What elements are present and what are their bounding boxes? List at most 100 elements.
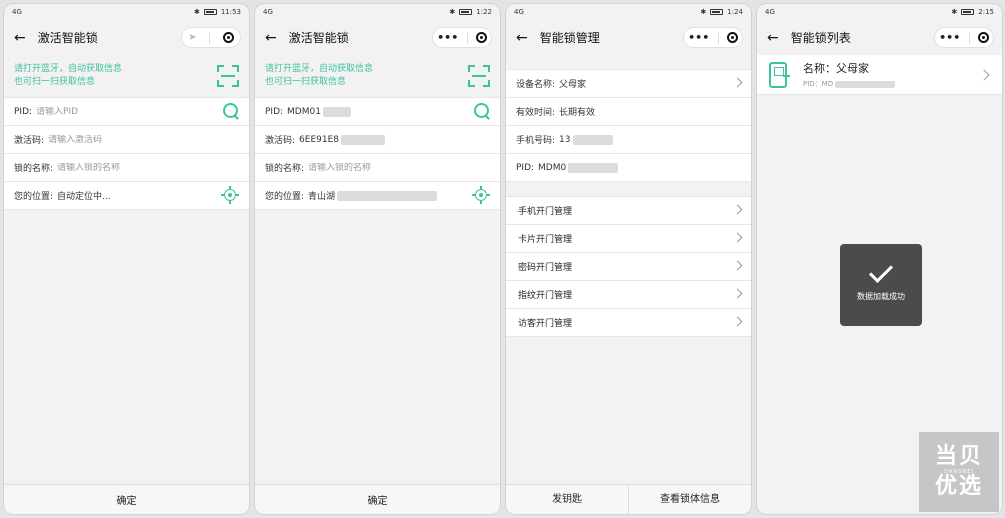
watermark-line-1: 当贝 bbox=[934, 444, 983, 469]
menu-fingerprint-unlock[interactable]: 指纹开门管理 bbox=[506, 281, 751, 309]
bluetooth-icon: ✱ bbox=[193, 8, 200, 16]
bluetooth-icon: ✱ bbox=[951, 8, 958, 16]
device-name-value: 父母家 bbox=[559, 80, 587, 90]
close-mini-program-icon[interactable] bbox=[475, 32, 487, 43]
more-icon[interactable]: ••• bbox=[437, 31, 458, 44]
close-mini-program-icon[interactable] bbox=[222, 32, 234, 43]
more-icon[interactable]: ••• bbox=[939, 31, 960, 44]
pid-label: PID: bbox=[14, 106, 33, 117]
watermark-line-3: 优选 bbox=[934, 474, 983, 499]
valid-time-row: 有效时间: 长期有效 bbox=[506, 98, 751, 126]
activation-code-value[interactable]: 6EE91E8 bbox=[299, 135, 339, 145]
more-icon[interactable]: ••• bbox=[688, 31, 709, 44]
status-bar: 4G ✱ 1:22 bbox=[255, 4, 500, 20]
device-name-label: 设备名称: bbox=[516, 80, 556, 90]
checkmark-icon bbox=[868, 258, 894, 283]
pid-input[interactable] bbox=[36, 106, 177, 117]
confirm-button[interactable]: 确定 bbox=[4, 484, 249, 514]
back-arrow-icon[interactable]: ← bbox=[265, 30, 277, 46]
battery-icon bbox=[459, 9, 473, 15]
status-time: 1:22 bbox=[476, 8, 492, 16]
redacted-blur bbox=[341, 134, 386, 145]
menu-password-unlock[interactable]: 密码开门管理 bbox=[506, 253, 751, 281]
valid-time-value: 长期有效 bbox=[559, 108, 596, 118]
pid-row: PID: MDM01 bbox=[255, 98, 500, 126]
unlock-management-menu: 手机开门管理 卡片开门管理 密码开门管理 指纹开门管理 访客开门管理 bbox=[506, 196, 751, 337]
signal-indicator: 4G bbox=[765, 8, 775, 16]
pid-label: PID: bbox=[265, 106, 284, 117]
lock-info-list: 设备名称: 父母家 有效时间: 长期有效 手机号码: 13 PID: MDM0 bbox=[506, 69, 751, 182]
smart-lock-icon bbox=[769, 61, 790, 88]
menu-visitor-unlock[interactable]: 访客开门管理 bbox=[506, 309, 751, 337]
back-arrow-icon[interactable]: ← bbox=[14, 30, 26, 46]
lock-name-input[interactable] bbox=[57, 162, 198, 173]
location-row: 您的位置: 青山湖 bbox=[255, 182, 500, 210]
page-title: 智能锁列表 bbox=[790, 31, 851, 45]
chevron-right-icon bbox=[732, 260, 743, 271]
lock-list-item[interactable]: 名称：父母家 PID：MD bbox=[757, 55, 1002, 95]
phone-number-value: 13 bbox=[559, 134, 571, 145]
send-key-button[interactable]: 发钥匙 bbox=[506, 485, 629, 514]
locate-icon[interactable] bbox=[472, 186, 490, 204]
scan-icon[interactable] bbox=[468, 65, 490, 87]
tip-line-1: 请打开蓝牙，自动获取信息 bbox=[14, 64, 123, 74]
location-arrow-icon[interactable]: ➤ bbox=[188, 32, 196, 43]
confirm-button[interactable]: 确定 bbox=[255, 484, 500, 514]
mini-program-capsule: ••• bbox=[432, 27, 492, 48]
signal-indicator: 4G bbox=[263, 8, 273, 16]
activation-code-label: 激活码: bbox=[265, 136, 296, 146]
mini-program-capsule: ••• bbox=[934, 27, 994, 48]
menu-phone-unlock[interactable]: 手机开门管理 bbox=[506, 197, 751, 225]
menu-item-label: 密码开门管理 bbox=[518, 263, 573, 273]
page-title: 智能锁管理 bbox=[539, 31, 600, 45]
view-lock-info-button[interactable]: 查看锁体信息 bbox=[629, 485, 751, 514]
activation-code-label: 激活码: bbox=[14, 136, 45, 146]
redacted-blur bbox=[568, 162, 619, 173]
pid-row: PID: MDM0 bbox=[506, 154, 751, 182]
redacted-blur bbox=[835, 80, 896, 88]
search-icon[interactable] bbox=[474, 103, 490, 119]
activation-code-input[interactable] bbox=[48, 134, 189, 145]
phone-number-row: 手机号码: 13 bbox=[506, 126, 751, 154]
nav-bar: ← 智能锁管理 ••• bbox=[506, 20, 751, 55]
menu-item-label: 指纹开门管理 bbox=[518, 291, 573, 301]
status-time: 2:15 bbox=[978, 8, 994, 16]
scan-icon[interactable] bbox=[217, 65, 239, 87]
lock-item-name: 名称：父母家 bbox=[803, 62, 869, 75]
back-arrow-icon[interactable]: ← bbox=[767, 30, 779, 46]
signal-indicator: 4G bbox=[12, 8, 22, 16]
battery-icon bbox=[710, 9, 724, 15]
close-mini-program-icon[interactable] bbox=[977, 32, 989, 43]
phone-number-label: 手机号码: bbox=[516, 136, 556, 146]
chevron-right-icon bbox=[732, 232, 743, 243]
lock-name-label: 锁的名称: bbox=[265, 164, 305, 174]
close-mini-program-icon[interactable] bbox=[726, 32, 738, 43]
signal-indicator: 4G bbox=[514, 8, 524, 16]
chevron-right-icon bbox=[732, 288, 743, 299]
menu-card-unlock[interactable]: 卡片开门管理 bbox=[506, 225, 751, 253]
phone-screen-activate-empty: 4G ✱ 11:53 ← 激活智能锁 ➤ 请打开蓝牙，自动获取信息 也可扫一扫获取… bbox=[3, 3, 250, 515]
nav-bar: ← 激活智能锁 ••• bbox=[255, 20, 500, 55]
bluetooth-tip: 请打开蓝牙，自动获取信息 也可扫一扫获取信息 bbox=[255, 55, 500, 97]
dangbei-watermark: 当贝 DANGBEI 优选 bbox=[919, 432, 999, 512]
chevron-right-icon bbox=[978, 69, 990, 81]
success-toast: 数据加载成功 bbox=[840, 244, 922, 326]
locate-icon[interactable] bbox=[221, 186, 239, 204]
chevron-right-icon bbox=[732, 316, 743, 327]
status-bar: 4G ✱ 1:24 bbox=[506, 4, 751, 20]
lock-name-input[interactable] bbox=[308, 162, 449, 173]
bluetooth-icon: ✱ bbox=[449, 8, 456, 16]
tip-line-1: 请打开蓝牙，自动获取信息 bbox=[265, 64, 374, 74]
pid-value: MDM0 bbox=[538, 162, 567, 173]
device-name-row[interactable]: 设备名称: 父母家 bbox=[506, 70, 751, 98]
bluetooth-icon: ✱ bbox=[700, 8, 707, 16]
nav-bar: ← 激活智能锁 ➤ bbox=[4, 20, 249, 55]
search-icon[interactable] bbox=[223, 103, 239, 119]
location-label: 您的位置: bbox=[265, 192, 305, 202]
back-arrow-icon[interactable]: ← bbox=[516, 30, 528, 46]
phone-screen-lock-management: 4G ✱ 1:24 ← 智能锁管理 ••• 设备名称: 父母家 有效时间: 长期有… bbox=[505, 3, 752, 515]
phone-screen-activate-filled: 4G ✱ 1:22 ← 激活智能锁 ••• 请打开蓝牙，自动获取信息 也可扫一扫获… bbox=[254, 3, 501, 515]
pid-value[interactable]: MDM01 bbox=[287, 107, 321, 117]
menu-item-label: 手机开门管理 bbox=[518, 207, 573, 217]
menu-item-label: 访客开门管理 bbox=[518, 319, 573, 329]
